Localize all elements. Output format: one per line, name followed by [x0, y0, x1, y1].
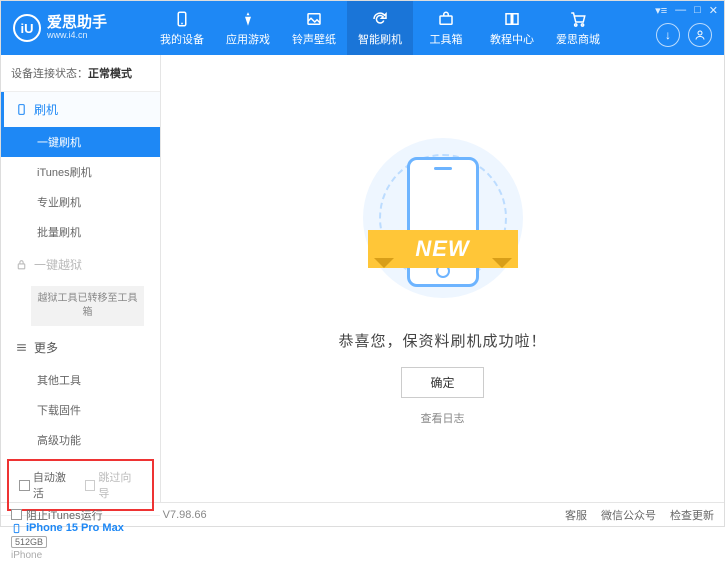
download-button[interactable]: ↓ — [656, 23, 680, 47]
apps-icon — [238, 9, 258, 29]
nav-apps[interactable]: 应用游戏 — [215, 1, 281, 55]
app-title: 爱思助手 — [47, 15, 107, 30]
main-content: NEW 恭喜您，保资料刷机成功啦！ 确定 查看日志 — [161, 55, 724, 502]
phone-icon — [15, 103, 28, 116]
close-icon[interactable]: ✕ — [709, 4, 718, 17]
skip-guide-checkbox[interactable]: 跳过向导 — [85, 469, 143, 501]
sidebar-item-itunes[interactable]: iTunes刷机 — [1, 157, 160, 187]
user-button[interactable] — [688, 23, 712, 47]
lock-icon — [15, 258, 28, 271]
menu-icon[interactable]: ▾≡ — [655, 4, 667, 17]
minimize-icon[interactable]: — — [675, 4, 686, 17]
footer-support[interactable]: 客服 — [565, 507, 587, 523]
sidebar-item-download-fw[interactable]: 下载固件 — [1, 395, 160, 425]
view-log-link[interactable]: 查看日志 — [421, 410, 465, 426]
phone-icon — [172, 9, 192, 29]
sidebar-section-jailbreak: 一键越狱 — [1, 247, 160, 282]
version-label: V7.98.66 — [163, 509, 207, 521]
sidebar-item-oneclick[interactable]: 一键刷机 — [1, 127, 160, 157]
sidebar-item-advanced[interactable]: 高级功能 — [1, 425, 160, 455]
sidebar-item-professional[interactable]: 专业刷机 — [1, 187, 160, 217]
sidebar: 设备连接状态：正常模式 刷机 一键刷机 iTunes刷机 专业刷机 批量刷机 一… — [1, 55, 161, 502]
image-icon — [304, 9, 324, 29]
sidebar-section-flash[interactable]: 刷机 — [1, 92, 160, 127]
sidebar-section-more[interactable]: 更多 — [1, 330, 160, 365]
options-row: 自动激活 跳过向导 — [7, 459, 154, 511]
sidebar-item-batch[interactable]: 批量刷机 — [1, 217, 160, 247]
footer-wechat[interactable]: 微信公众号 — [601, 507, 656, 523]
nav-toolbox[interactable]: 工具箱 — [413, 1, 479, 55]
ok-button[interactable]: 确定 — [401, 367, 483, 398]
nav-store[interactable]: 爱思商城 — [545, 1, 611, 55]
nav-tutorials[interactable]: 教程中心 — [479, 1, 545, 55]
nav-my-device[interactable]: 我的设备 — [149, 1, 215, 55]
menu-icon — [15, 341, 28, 354]
success-illustration: NEW — [363, 132, 523, 312]
phone-icon — [11, 523, 22, 534]
top-nav: 我的设备 应用游戏 铃声壁纸 智能刷机 工具箱 教程中心 爱思商城 — [149, 1, 611, 55]
toolbox-icon — [436, 9, 456, 29]
nav-ringtones[interactable]: 铃声壁纸 — [281, 1, 347, 55]
device-info[interactable]: iPhone 15 Pro Max 512GB iPhone — [1, 515, 160, 567]
block-itunes-checkbox[interactable]: 阻止iTunes运行 — [11, 507, 103, 523]
device-status: 设备连接状态：正常模式 — [1, 55, 160, 92]
refresh-icon — [370, 9, 390, 29]
maximize-icon[interactable]: □ — [694, 4, 701, 17]
logo-icon: iU — [13, 14, 41, 42]
sidebar-item-other-tools[interactable]: 其他工具 — [1, 365, 160, 395]
nav-flash[interactable]: 智能刷机 — [347, 1, 413, 55]
storage-badge: 512GB — [11, 536, 47, 548]
titlebar: iU 爱思助手 www.i4.cn 我的设备 应用游戏 铃声壁纸 智能刷机 工具… — [1, 1, 724, 55]
footer-check-update[interactable]: 检查更新 — [670, 507, 714, 523]
new-ribbon: NEW — [368, 230, 518, 268]
cart-icon — [568, 9, 588, 29]
app-subtitle: www.i4.cn — [47, 30, 107, 41]
success-message: 恭喜您，保资料刷机成功啦！ — [338, 330, 546, 351]
jailbreak-note: 越狱工具已转移至工具箱 — [31, 286, 144, 326]
logo: iU 爱思助手 www.i4.cn — [1, 14, 149, 42]
auto-activate-checkbox[interactable]: 自动激活 — [19, 469, 77, 501]
book-icon — [502, 9, 522, 29]
